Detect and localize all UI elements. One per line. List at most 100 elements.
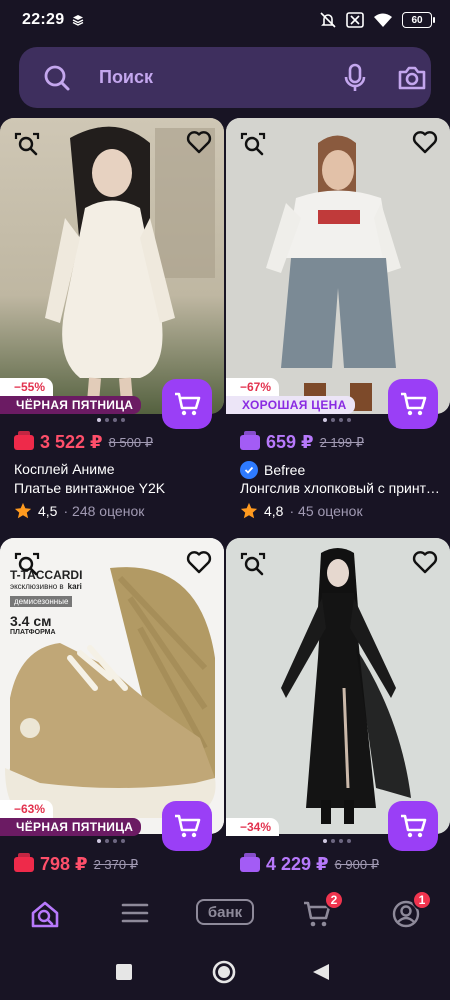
- product-title: Лонгслив хлопковый с принтом: [240, 480, 440, 496]
- visual-search-icon[interactable]: [240, 131, 266, 157]
- price: 659 ₽: [266, 432, 314, 452]
- product-photo[interactable]: [226, 118, 450, 414]
- cart-icon: [401, 392, 427, 416]
- wallet-icon: [240, 431, 260, 450]
- reviews-count: · 248 оценок: [63, 503, 145, 519]
- cart-icon: [175, 392, 201, 416]
- product-grid: −55% ЧЁРНАЯ ПЯТНИЦА 3 522 ₽ 8 500 ₽ Косп…: [0, 118, 450, 888]
- dress-illustration: [0, 118, 224, 414]
- image-pager: [97, 839, 125, 843]
- reviews-label: 45 оценок: [298, 503, 363, 519]
- search-input[interactable]: Поиск: [99, 67, 153, 88]
- product-card[interactable]: −55% ЧЁРНАЯ ПЯТНИЦА 3 522 ₽ 8 500 ₽ Косп…: [0, 118, 224, 538]
- home-search-icon: [31, 901, 59, 928]
- favorite-heart-icon[interactable]: [412, 550, 438, 574]
- nav-bank[interactable]: банк: [196, 899, 254, 925]
- platform-label: ПЛАТФОРМА: [10, 629, 56, 636]
- exclusive-label: эксклюзивно в: [10, 582, 64, 591]
- discount-badge: −63%: [0, 800, 54, 818]
- kari-logo: kari: [67, 582, 82, 591]
- system-navigation-bar: [0, 940, 450, 1000]
- old-price: 6 900 ₽: [334, 856, 379, 872]
- height-value: 3.4 см: [10, 613, 52, 629]
- discount-badge: −55%: [0, 378, 54, 396]
- search-bar[interactable]: Поиск: [19, 47, 431, 108]
- wallet-icon: [14, 431, 34, 450]
- profile-badge: 1: [412, 890, 432, 910]
- product-photo[interactable]: [226, 538, 450, 834]
- discount-badge: −34%: [226, 818, 280, 836]
- price-row: 798 ₽ 2 370 ₽: [14, 853, 138, 875]
- nav-catalog[interactable]: [121, 902, 149, 929]
- nav-profile[interactable]: 1: [392, 890, 432, 933]
- add-to-cart-button[interactable]: [162, 801, 212, 851]
- star-icon: [240, 502, 258, 519]
- product-title: Платье винтажное Y2K: [14, 480, 166, 496]
- wallet-icon: [240, 853, 260, 872]
- product-photo[interactable]: T-TACCARDI эксклюзивно в kari демисезонн…: [0, 538, 224, 834]
- home-icon[interactable]: [212, 960, 236, 984]
- add-to-cart-button[interactable]: [388, 801, 438, 851]
- favorite-heart-icon[interactable]: [186, 130, 212, 154]
- promo-label: ЧЁРНАЯ ПЯТНИЦА: [0, 818, 142, 836]
- brand-name: Befree: [240, 461, 305, 479]
- brand-label: Косплей Аниме: [14, 461, 115, 477]
- cart-icon: [175, 814, 201, 838]
- season-tag: демисезонные: [10, 596, 73, 607]
- price: 3 522 ₽: [40, 432, 103, 452]
- cart-icon: [401, 814, 427, 838]
- add-to-cart-button[interactable]: [162, 379, 212, 429]
- promo-label: ХОРОШАЯ ЦЕНА: [226, 396, 355, 414]
- no-sim-icon: [346, 12, 364, 28]
- product-card[interactable]: −34% 4 229 ₽ 6 900 ₽: [226, 538, 450, 888]
- reviews-label: 248 оценок: [72, 503, 145, 519]
- price-row: 4 229 ₽ 6 900 ₽: [240, 853, 379, 875]
- price-row: 3 522 ₽ 8 500 ₽: [14, 431, 153, 453]
- rating-value: 4,8: [264, 503, 284, 519]
- microphone-icon[interactable]: [341, 63, 369, 93]
- gothic-dress-illustration: [226, 538, 450, 834]
- star-icon: [14, 502, 32, 519]
- brand-name: Косплей Аниме: [14, 461, 115, 477]
- favorite-heart-icon[interactable]: [186, 550, 212, 574]
- nav-home[interactable]: [30, 900, 60, 933]
- rating-value: 4,5: [38, 503, 58, 519]
- status-bar: 22:29 60: [0, 0, 450, 40]
- platform-height: 3.4 см ПЛАТФОРМА: [10, 613, 130, 636]
- promo-label: ЧЁРНАЯ ПЯТНИЦА: [0, 396, 142, 414]
- visual-search-icon[interactable]: [240, 551, 266, 577]
- product-card[interactable]: T-TACCARDI эксклюзивно в kari демисезонн…: [0, 538, 224, 888]
- recents-icon[interactable]: [116, 964, 132, 980]
- price-row: 659 ₽ 2 199 ₽: [240, 431, 364, 453]
- back-icon[interactable]: [312, 963, 330, 981]
- status-icons: 60: [319, 11, 435, 29]
- longsleeve-illustration: [226, 118, 450, 414]
- reviews-count: · 45 оценок: [289, 503, 363, 519]
- visual-search-icon[interactable]: [14, 551, 40, 577]
- mute-icon: [320, 12, 336, 28]
- favorite-heart-icon[interactable]: [412, 130, 438, 154]
- discount-badge: −67%: [226, 378, 280, 396]
- image-pager: [323, 418, 351, 422]
- nav-cart[interactable]: 2: [302, 890, 344, 933]
- wallet-icon: [14, 853, 34, 872]
- brand-label: Befree: [264, 462, 306, 478]
- old-price: 2 370 ₽: [93, 856, 138, 872]
- layers-icon: [72, 15, 84, 26]
- search-icon: [44, 65, 70, 91]
- rating: 4,8 · 45 оценок: [240, 502, 363, 520]
- add-to-cart-button[interactable]: [388, 379, 438, 429]
- old-price: 2 199 ₽: [319, 434, 364, 450]
- exclusive-note: эксклюзивно в kari: [10, 582, 130, 591]
- image-pager: [323, 839, 351, 843]
- product-card[interactable]: −67% ХОРОШАЯ ЦЕНА 659 ₽ 2 199 ₽ Befree Л…: [226, 118, 450, 538]
- camera-search-icon[interactable]: [397, 64, 427, 92]
- product-photo[interactable]: [0, 118, 224, 414]
- image-pager: [97, 418, 125, 422]
- price: 4 229 ₽: [266, 854, 329, 874]
- bottom-navigation: банк 2 1: [0, 888, 450, 940]
- old-price: 8 500 ₽: [108, 434, 153, 450]
- battery-indicator: 60: [402, 12, 435, 28]
- clock: 22:29: [22, 11, 65, 28]
- visual-search-icon[interactable]: [14, 131, 40, 157]
